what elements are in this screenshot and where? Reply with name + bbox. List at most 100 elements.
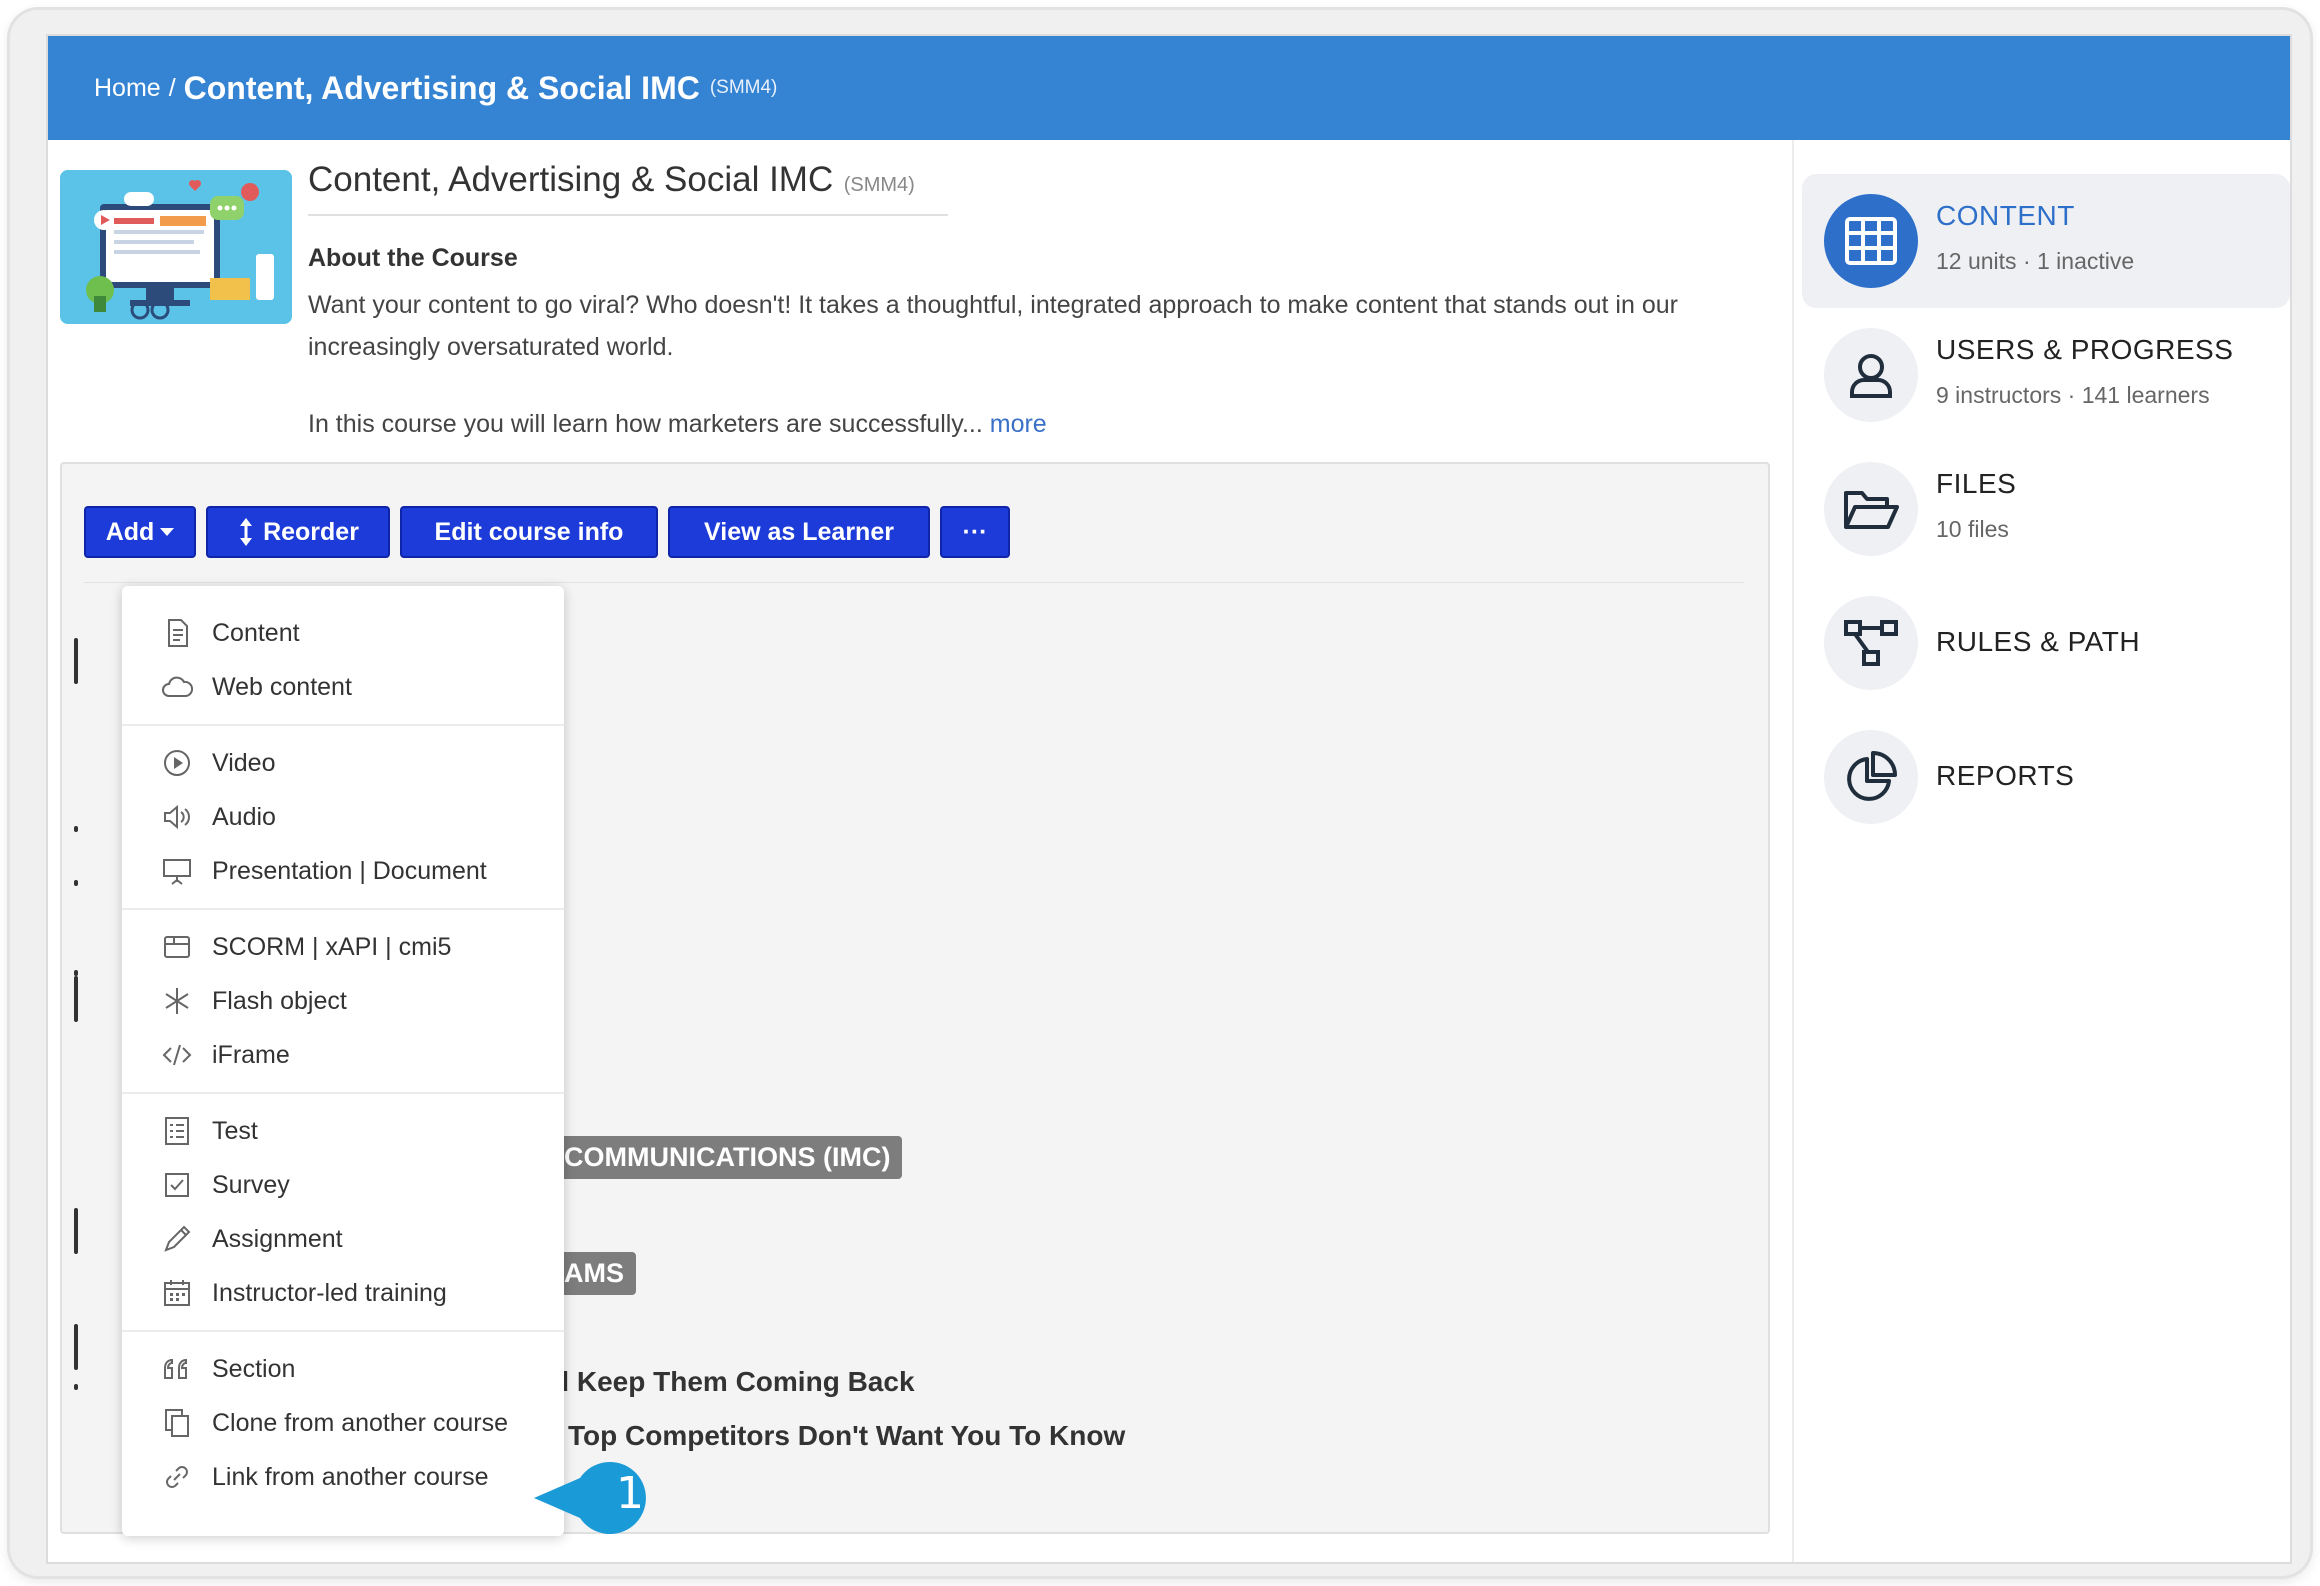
screenshot-frame: Home / Content, Advertising & Social IMC… [10, 10, 2310, 1576]
breadcrumb-course: Content, Advertising & Social IMC [183, 69, 700, 106]
sidebar-item-reports[interactable]: REPORTS [1802, 710, 2290, 844]
reorder-arrows-icon [240, 518, 253, 546]
sidebar-item-files[interactable]: FILES 10 files [1802, 442, 2290, 576]
menu-item-audio[interactable]: Audio [122, 790, 564, 844]
grid-icon [1845, 217, 1897, 265]
menu-item-section[interactable]: Section [122, 1342, 564, 1396]
row-edge-mark [74, 880, 78, 886]
package-icon [164, 936, 190, 958]
menu-item-label: Instructor-led training [212, 1278, 447, 1307]
toolbar-divider [84, 582, 1744, 583]
menu-item-presentation[interactable]: Presentation | Document [122, 844, 564, 898]
more-link[interactable]: more [990, 410, 1047, 438]
menu-item-link-course[interactable]: Link from another course [122, 1450, 564, 1504]
section-tag: COMMUNICATIONS (IMC) [552, 1136, 903, 1179]
sidebar-item-users-progress[interactable]: USERS & PROGRESS 9 instructors · 141 lea… [1802, 308, 2290, 442]
folder-icon [1844, 491, 1899, 529]
user-icon [1850, 354, 1892, 398]
checklist-icon [165, 1117, 189, 1145]
sidebar-item-rules-path[interactable]: RULES & PATH [1802, 576, 2290, 710]
breadcrumb-separator: / [168, 73, 176, 102]
edit-course-info-label: Edit course info [434, 517, 624, 546]
course-code: (SMM4) [843, 174, 915, 196]
row-edge-mark [74, 638, 78, 684]
menu-item-label: Clone from another course [212, 1408, 508, 1437]
course-title-block: Content, Advertising & Social IMC (SMM4) [308, 160, 948, 216]
user-icon-circle [1824, 328, 1918, 422]
menu-item-web-content[interactable]: Web content [122, 660, 564, 714]
path-icon-circle [1824, 596, 1918, 690]
caret-down-icon [160, 528, 175, 536]
header-bar: Home / Content, Advertising & Social IMC… [48, 36, 2290, 140]
view-as-learner-button[interactable]: View as Learner [668, 506, 930, 558]
clone-icon [165, 1409, 189, 1437]
add-button[interactable]: Add [84, 506, 196, 558]
presentation-icon [163, 859, 191, 885]
sidebar-item-title: FILES [1936, 468, 2017, 499]
grid-icon-circle [1824, 194, 1918, 288]
menu-item-label: Test [212, 1116, 258, 1145]
menu-item-assignment[interactable]: Assignment [122, 1212, 564, 1266]
reorder-button[interactable]: Reorder [206, 506, 390, 558]
calendar-icon [164, 1280, 190, 1306]
add-button-label: Add [105, 517, 155, 546]
menu-item-label: Audio [212, 802, 276, 831]
menu-group: Test Survey Assignment Instructor-led tr… [122, 1094, 564, 1332]
step-callout-number: 1 [616, 1468, 644, 1519]
menu-item-clone[interactable]: Clone from another course [122, 1396, 564, 1450]
menu-item-instructor-led[interactable]: Instructor-led training [122, 1266, 564, 1320]
sidebar-item-title: REPORTS [1936, 760, 2075, 791]
more-options-button[interactable]: ··· [940, 506, 1010, 558]
menu-item-label: Link from another course [212, 1462, 489, 1491]
menu-item-label: Content [212, 618, 300, 647]
row-edge-mark [74, 976, 78, 1022]
course-sidebar: CONTENT 12 units · 1 inactive USERS & PR… [1792, 140, 2290, 1562]
section-tag: AMS [552, 1252, 636, 1295]
sidebar-item-title: USERS & PROGRESS [1936, 334, 2234, 365]
unit-title[interactable]: Top Competitors Don't Want You To Know [568, 1420, 1125, 1452]
about-text-excerpt: In this course you will learn how market… [308, 410, 983, 438]
row-edge-mark [74, 1246, 78, 1252]
link-icon [166, 1466, 188, 1488]
menu-item-video[interactable]: Video [122, 736, 564, 790]
menu-item-scorm[interactable]: SCORM | xAPI | cmi5 [122, 920, 564, 974]
path-icon [1844, 620, 1898, 666]
unit-title[interactable]: d Keep Them Coming Back [552, 1366, 915, 1398]
sidebar-item-title: CONTENT [1936, 200, 2075, 231]
sidebar-item-title: RULES & PATH [1936, 626, 2141, 657]
menu-item-content[interactable]: Content [122, 606, 564, 660]
menu-group: Section Clone from another course Link f… [122, 1332, 564, 1514]
quote-icon [164, 1358, 187, 1379]
add-dropdown-menu: Content Web content Video Audio Presenta… [122, 586, 564, 1536]
sidebar-item-subtitle: 9 instructors · 141 learners [1936, 382, 2210, 408]
cloud-icon [162, 676, 194, 697]
speaker-icon [164, 804, 190, 830]
view-as-learner-label: View as Learner [704, 517, 894, 546]
menu-item-survey[interactable]: Survey [122, 1158, 564, 1212]
about-heading: About the Course [308, 244, 518, 272]
menu-item-label: Assignment [212, 1224, 343, 1253]
menu-item-test[interactable]: Test [122, 1104, 564, 1158]
breadcrumb-home[interactable]: Home [94, 74, 161, 103]
menu-item-label: Presentation | Document [212, 856, 487, 885]
sidebar-item-subtitle: 12 units · 1 inactive [1936, 248, 2135, 274]
row-edge-mark [74, 1324, 78, 1370]
menu-item-label: Survey [212, 1170, 290, 1199]
course-thumbnail [60, 170, 292, 324]
document-icon [168, 619, 188, 647]
course-title: Content, Advertising & Social IMC [308, 160, 834, 199]
toolbar: Add Reorder Edit course info View as Lea… [84, 506, 1010, 558]
sidebar-item-content[interactable]: CONTENT 12 units · 1 inactive [1802, 174, 2290, 308]
menu-item-label: Section [212, 1354, 296, 1383]
sidebar-item-subtitle: 10 files [1936, 516, 2009, 542]
menu-item-flash[interactable]: Flash object [122, 974, 564, 1028]
ellipsis-icon: ··· [962, 517, 988, 546]
menu-item-iframe[interactable]: iFrame [122, 1028, 564, 1082]
menu-item-label: Web content [212, 672, 352, 701]
folder-icon-circle [1824, 462, 1918, 556]
menu-item-label: Video [212, 748, 276, 777]
code-icon [162, 1044, 192, 1066]
pie-chart-icon-circle [1824, 730, 1918, 824]
pie-chart-icon [1847, 751, 1897, 801]
edit-course-info-button[interactable]: Edit course info [400, 506, 658, 558]
